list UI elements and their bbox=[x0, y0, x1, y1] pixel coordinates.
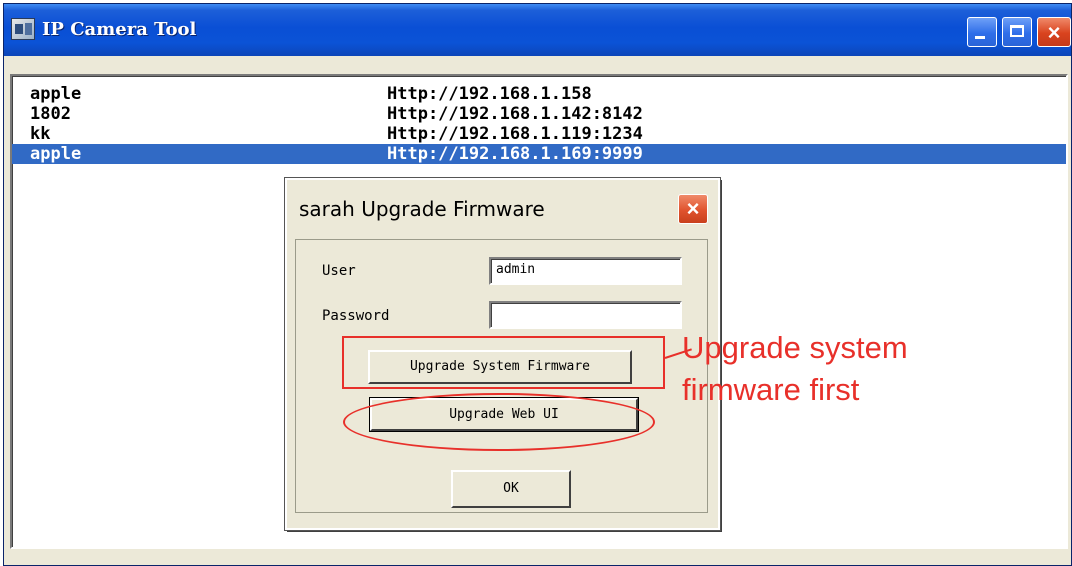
minimize-button[interactable] bbox=[967, 17, 997, 47]
annotation-highlight-box bbox=[342, 336, 665, 389]
ok-button[interactable]: OK bbox=[451, 470, 571, 508]
maximize-button[interactable] bbox=[1002, 17, 1032, 47]
camera-app-icon bbox=[11, 18, 35, 40]
password-field[interactable] bbox=[489, 301, 682, 329]
close-button[interactable]: × bbox=[1037, 17, 1071, 47]
device-url: Http://192.168.1.158 bbox=[387, 84, 592, 104]
user-field[interactable]: admin bbox=[489, 257, 682, 285]
close-icon: × bbox=[686, 196, 700, 221]
annotation-text: Upgrade system firmware first bbox=[682, 330, 908, 407]
device-name: apple bbox=[30, 144, 82, 164]
dialog-title: sarah Upgrade Firmware bbox=[299, 197, 545, 221]
list-item-selected[interactable]: apple Http://192.168.1.169:9999 bbox=[12, 144, 1066, 164]
device-url: Http://192.168.1.142:8142 bbox=[387, 104, 643, 124]
list-item[interactable]: 1802 Http://192.168.1.142:8142 bbox=[12, 104, 1066, 124]
title-bar[interactable]: IP Camera Tool × bbox=[4, 4, 1071, 56]
device-url: Http://192.168.1.169:9999 bbox=[387, 144, 643, 164]
user-label: User bbox=[322, 263, 356, 279]
device-name: 1802 bbox=[30, 104, 71, 124]
device-url: Http://192.168.1.119:1234 bbox=[387, 124, 643, 144]
list-item[interactable]: apple Http://192.168.1.158 bbox=[12, 84, 1066, 104]
close-icon: × bbox=[1047, 20, 1061, 45]
annotation-highlight-ellipse bbox=[343, 393, 655, 451]
device-name: apple bbox=[30, 84, 82, 104]
list-item[interactable]: kk Http://192.168.1.119:1234 bbox=[12, 124, 1066, 144]
device-name: kk bbox=[30, 124, 51, 144]
window-title: IP Camera Tool bbox=[42, 19, 197, 40]
password-label: Password bbox=[322, 308, 390, 324]
dialog-close-button[interactable]: × bbox=[678, 194, 708, 224]
